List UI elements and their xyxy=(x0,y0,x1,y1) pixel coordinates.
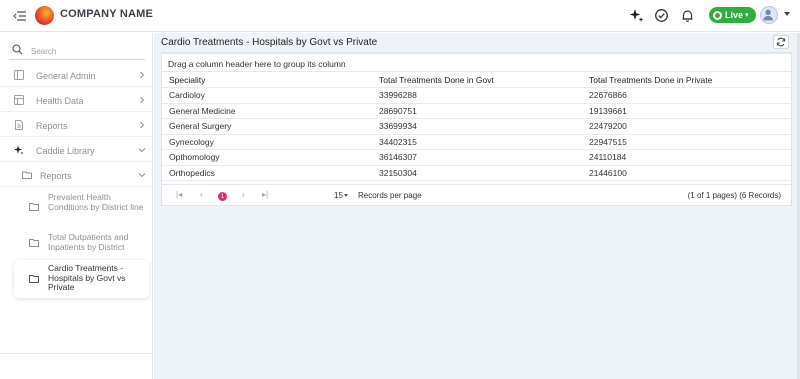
panel-header: Cardio Treatments - Hospitals by Govt vs… xyxy=(161,33,792,51)
chevron-right-icon xyxy=(140,96,145,104)
prev-page-icon[interactable]: ‹ xyxy=(200,190,203,199)
table-cell: 33699934 xyxy=(372,118,582,135)
sidebar-folder-reports[interactable]: Reports xyxy=(0,163,153,187)
sidebar-report-total-outpatients[interactable]: Total Outpatients and Inpatients by Dist… xyxy=(22,232,144,253)
caret-down-icon: ▾ xyxy=(745,12,749,19)
table-cell: Opthomology xyxy=(162,149,372,166)
folder-icon xyxy=(29,239,39,247)
sidebar-item-label: Reports xyxy=(36,121,68,131)
column-header-speciality[interactable]: Speciality xyxy=(162,72,372,88)
table-cell: Gynecology xyxy=(162,134,372,150)
sidebar-report-label: Prevalent Health Conditions by District … xyxy=(48,192,144,212)
database-icon xyxy=(14,95,24,105)
sidebar-item-label: Caddie Library xyxy=(36,146,95,156)
folder-icon xyxy=(22,171,32,179)
table-cell: 24110184 xyxy=(582,149,793,166)
bell-icon[interactable] xyxy=(680,8,695,23)
sidebar-report-label: Total Outpatients and Inpatients by Dist… xyxy=(48,232,129,252)
group-panel[interactable]: Drag a column header here to group its c… xyxy=(162,53,791,72)
table-row[interactable]: Gynecology 34402315 22947515 xyxy=(162,134,793,150)
group-hint: Drag a column header here to group its c… xyxy=(168,59,346,69)
chevron-down-icon xyxy=(138,148,146,153)
dashboard-icon xyxy=(14,70,24,80)
main-content: Cardio Treatments - Hospitals by Govt vs… xyxy=(154,33,800,379)
table-cell: 21446100 xyxy=(582,165,793,181)
avatar[interactable] xyxy=(760,6,778,24)
data-table: Speciality Total Treatments Done in Govt… xyxy=(162,72,793,181)
sidebar-divider xyxy=(0,353,153,354)
sidebar-item-label: General Admin xyxy=(36,71,96,81)
live-dot-icon xyxy=(713,10,722,20)
sidebar: Search General Admin Health Data Reports… xyxy=(0,33,153,379)
first-page-icon[interactable]: |◂ xyxy=(176,190,182,199)
folder-icon xyxy=(29,275,39,283)
page-title: Cardio Treatments - Hospitals by Govt vs… xyxy=(161,37,378,48)
sparkle-icon xyxy=(14,145,24,155)
table-cell: 32150304 xyxy=(372,165,582,181)
next-page-icon[interactable]: › xyxy=(242,190,245,199)
search-icon xyxy=(12,44,23,55)
live-label: Live xyxy=(725,10,744,20)
live-status-toggle[interactable]: Live ▾ xyxy=(709,7,756,23)
table-row[interactable]: Orthopedics 32150304 21446100 xyxy=(162,165,793,181)
pager-summary: (1 of 1 pages) (6 Records) xyxy=(687,191,781,200)
sidebar-item-label: Health Data xyxy=(36,96,84,106)
table-cell: General Surgery xyxy=(162,118,372,135)
sidebar-item-health-data[interactable]: Health Data xyxy=(0,88,153,112)
table-cell: Orthopedics xyxy=(162,165,372,181)
search-placeholder: Search xyxy=(31,47,57,56)
table-cell: 33996288 xyxy=(372,87,582,104)
document-icon xyxy=(15,120,23,130)
search-input[interactable]: Search xyxy=(9,42,145,60)
chevron-right-icon xyxy=(140,121,145,129)
top-bar: COMPANY NAME Live ▾ xyxy=(0,0,800,32)
table-cell: 22947515 xyxy=(582,134,793,150)
avatar-caret-icon[interactable] xyxy=(784,12,790,16)
table-row[interactable]: General Surgery 33699934 22479200 xyxy=(162,118,793,135)
table-cell: 22479200 xyxy=(582,118,793,135)
pager: |◂ ‹ 1 › ▸| 15 Records per page (1 of 1 … xyxy=(162,184,791,206)
table-cell: 34402315 xyxy=(372,134,582,150)
sidebar-report-label: Cardio Treatments - Hospitals by Govt vs… xyxy=(48,263,126,292)
column-header-govt[interactable]: Total Treatments Done in Govt xyxy=(372,72,582,88)
table-cell: 28690751 xyxy=(372,103,582,119)
current-page-button[interactable]: 1 xyxy=(218,192,227,201)
table-cell: Cardioloy xyxy=(162,87,372,104)
refresh-icon xyxy=(776,37,786,47)
company-name: COMPANY NAME xyxy=(60,8,154,20)
chevron-down-icon xyxy=(138,173,146,178)
folder-icon xyxy=(29,203,39,211)
sidebar-item-reports[interactable]: Reports xyxy=(0,113,153,137)
column-header-private[interactable]: Total Treatments Done in Private xyxy=(582,72,793,88)
page-size-select[interactable]: 15 xyxy=(334,191,343,200)
records-per-page-label: Records per page xyxy=(358,191,422,200)
data-grid: Drag a column header here to group its c… xyxy=(161,52,793,206)
sidebar-item-general-admin[interactable]: General Admin xyxy=(0,63,153,87)
chevron-right-icon xyxy=(140,71,145,79)
sidebar-item-caddie-library[interactable]: Caddie Library xyxy=(0,138,153,162)
caret-down-icon[interactable] xyxy=(344,194,348,197)
table-header-row: Speciality Total Treatments Done in Govt… xyxy=(162,72,793,88)
table-cell: 22676866 xyxy=(582,87,793,104)
sidebar-report-prevalent-health[interactable]: Prevalent Health Conditions by District … xyxy=(22,192,144,221)
sidebar-folder-label: Reports xyxy=(40,171,72,181)
table-cell: General Medicine xyxy=(162,103,372,119)
company-logo xyxy=(35,6,54,25)
refresh-button[interactable] xyxy=(773,35,789,49)
sparkle-icon[interactable] xyxy=(629,8,644,23)
table-cell: 36146307 xyxy=(372,149,582,166)
check-circle-icon[interactable] xyxy=(654,8,669,23)
last-page-icon[interactable]: ▸| xyxy=(262,190,268,199)
table-row[interactable]: Opthomology 36146307 24110184 xyxy=(162,149,793,166)
table-cell: 19139661 xyxy=(582,103,793,119)
table-row[interactable]: General Medicine 28690751 19139661 xyxy=(162,103,793,119)
menu-collapse-icon[interactable] xyxy=(13,9,27,23)
sidebar-report-cardio-treatments[interactable]: Cardio Treatments - Hospitals by Govt vs… xyxy=(14,260,149,298)
table-row[interactable]: Cardioloy 33996288 22676866 xyxy=(162,87,793,104)
user-avatar-icon xyxy=(763,9,773,21)
